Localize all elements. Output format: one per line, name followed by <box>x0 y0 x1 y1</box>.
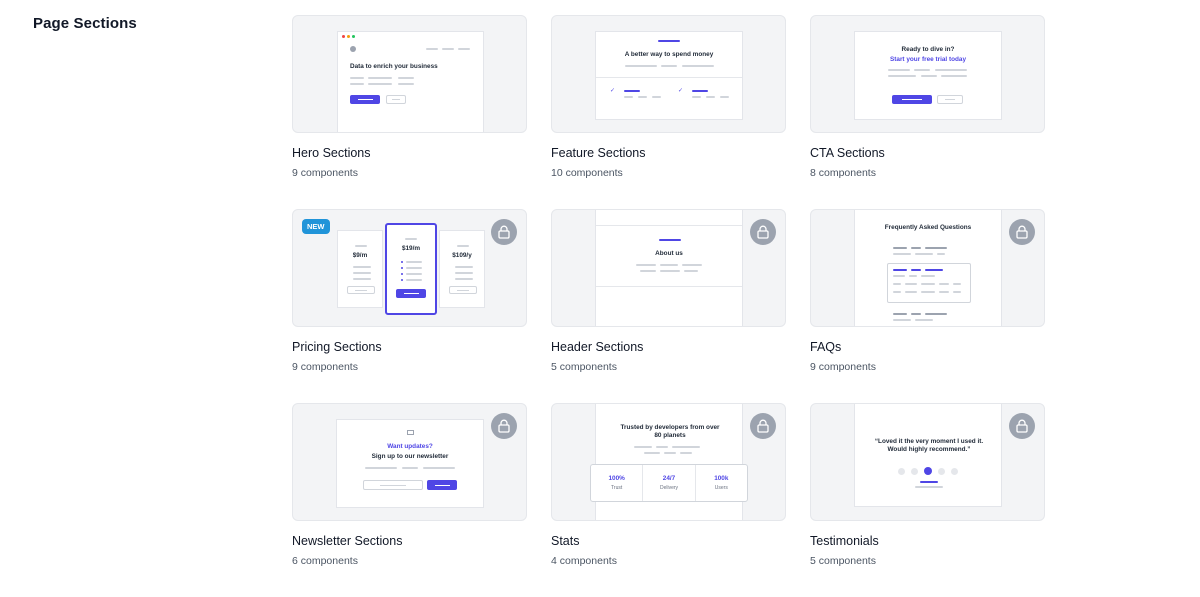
card-title: Stats <box>551 534 580 548</box>
preview-page: Trusted by developers from over 80 plane… <box>595 404 743 520</box>
lock-icon <box>491 219 517 245</box>
preview-headline: Data to enrich your business <box>350 63 438 70</box>
pricing-tier-3: $109/y <box>439 230 485 308</box>
stat-label: Users <box>714 485 728 491</box>
preview-page: Ready to dive in? Start your free trial … <box>854 31 1002 120</box>
avatar <box>938 468 945 475</box>
preview-headline: Trusted by developers from over 80 plane… <box>620 424 720 439</box>
preview-email-field <box>363 480 423 490</box>
thumbnail-stats: Trusted by developers from over 80 plane… <box>551 403 786 521</box>
stat-value: 24/7 <box>662 475 676 482</box>
avatar <box>911 468 918 475</box>
preview-headline: About us <box>655 250 683 257</box>
check-icon: ✓ <box>678 88 684 94</box>
avatar <box>898 468 905 475</box>
card-count: 8 components <box>810 167 876 179</box>
card-count: 5 components <box>810 555 876 567</box>
card-feature-sections[interactable]: A better way to spend money ✓ ✓ Feature … <box>551 15 786 209</box>
lock-icon <box>1009 413 1035 439</box>
thumbnail-faqs: Frequently Asked Questions <box>810 209 1045 327</box>
stat-value: 100k <box>714 475 729 482</box>
card-count: 5 components <box>551 361 617 373</box>
preview-line2: Sign up to our newsletter <box>371 453 449 460</box>
lock-icon <box>750 413 776 439</box>
avatar <box>924 467 932 475</box>
price: $19/m <box>401 245 421 252</box>
card-stats[interactable]: Trusted by developers from over 80 plane… <box>551 403 786 597</box>
card-count: 9 components <box>292 167 358 179</box>
preview-headline: A better way to spend money <box>624 51 714 58</box>
preview-page: About us <box>595 210 743 326</box>
new-badge: NEW <box>302 219 330 234</box>
card-header-sections[interactable]: About us Header Sections 5 components <box>551 209 786 403</box>
card-hero-sections[interactable]: Data to enrich your business Hero Sectio… <box>292 15 527 209</box>
price: $109/y <box>452 252 472 259</box>
preview-cta <box>350 95 380 104</box>
card-count: 10 components <box>551 167 623 179</box>
preview-page: “Loved it the very moment I used it. Wou… <box>854 404 1002 507</box>
card-title: Header Sections <box>551 340 644 354</box>
preview-cta <box>892 95 932 104</box>
card-count: 6 components <box>292 555 358 567</box>
preview-subscribe <box>427 480 457 490</box>
card-count: 4 components <box>551 555 617 567</box>
stats-row: 100% Trust 24/7 Delivery 100k Users <box>590 464 748 502</box>
preview-page: A better way to spend money ✓ ✓ <box>595 31 743 120</box>
lock-icon <box>750 219 776 245</box>
preview-line1: Ready to dive in? <box>901 46 955 53</box>
card-title: Newsletter Sections <box>292 534 403 548</box>
envelope-icon <box>407 430 414 435</box>
card-newsletter-sections[interactable]: Want updates? Sign up to our newsletter … <box>292 403 527 597</box>
stat-item: 100k Users <box>696 465 747 501</box>
preview-line1: Want updates? <box>387 443 433 450</box>
pricing-tier-2: $19/m <box>385 223 437 315</box>
card-testimonials[interactable]: “Loved it the very moment I used it. Wou… <box>810 403 1045 597</box>
thumbnail-header: About us <box>551 209 786 327</box>
lock-icon <box>491 413 517 439</box>
preview-quote: “Loved it the very moment I used it. Wou… <box>874 438 984 453</box>
stat-item: 24/7 Delivery <box>643 465 696 501</box>
lock-icon <box>1009 219 1035 245</box>
stat-label: Delivery <box>659 485 679 491</box>
faq-expanded <box>887 263 971 303</box>
pricing-tier-1: $9/m <box>337 230 383 308</box>
preview-headline: Frequently Asked Questions <box>884 224 972 231</box>
thumbnail-cta: Ready to dive in? Start your free trial … <box>810 15 1045 133</box>
section-grid: Data to enrich your business Hero Sectio… <box>292 15 1045 597</box>
preview-secondary <box>937 95 963 104</box>
card-title: CTA Sections <box>810 146 885 160</box>
avatar <box>951 468 958 475</box>
preview-secondary <box>386 95 406 104</box>
thumbnail-feature: A better way to spend money ✓ ✓ <box>551 15 786 133</box>
price: $9/m <box>352 252 368 259</box>
page-title: Page Sections <box>33 15 137 32</box>
thumbnail-testimonials: “Loved it the very moment I used it. Wou… <box>810 403 1045 521</box>
card-title: Testimonials <box>810 534 879 548</box>
card-title: Pricing Sections <box>292 340 382 354</box>
stat-label: Trust <box>611 485 623 491</box>
card-title: Feature Sections <box>551 146 646 160</box>
check-icon: ✓ <box>610 88 616 94</box>
card-title: FAQs <box>810 340 842 354</box>
preview-page: Want updates? Sign up to our newsletter <box>336 419 484 508</box>
preview-line2: Start your free trial today <box>890 56 966 63</box>
card-faqs[interactable]: Frequently Asked Questions FAQs 9 compon… <box>810 209 1045 403</box>
card-title: Hero Sections <box>292 146 371 160</box>
thumbnail-pricing: $9/m $19/m $109/y NEW <box>292 209 527 327</box>
thumbnail-newsletter: Want updates? Sign up to our newsletter <box>292 403 527 521</box>
preview-page: Frequently Asked Questions <box>854 210 1002 326</box>
card-count: 9 components <box>810 361 876 373</box>
card-cta-sections[interactable]: Ready to dive in? Start your free trial … <box>810 15 1045 209</box>
card-pricing-sections[interactable]: $9/m $19/m $109/y NEW Pricing Sections 9… <box>292 209 527 403</box>
stat-value: 100% <box>608 475 625 482</box>
stat-item: 100% Trust <box>591 465 644 501</box>
card-count: 9 components <box>292 361 358 373</box>
preview-page: Data to enrich your business <box>337 31 484 132</box>
thumbnail-hero: Data to enrich your business <box>292 15 527 133</box>
